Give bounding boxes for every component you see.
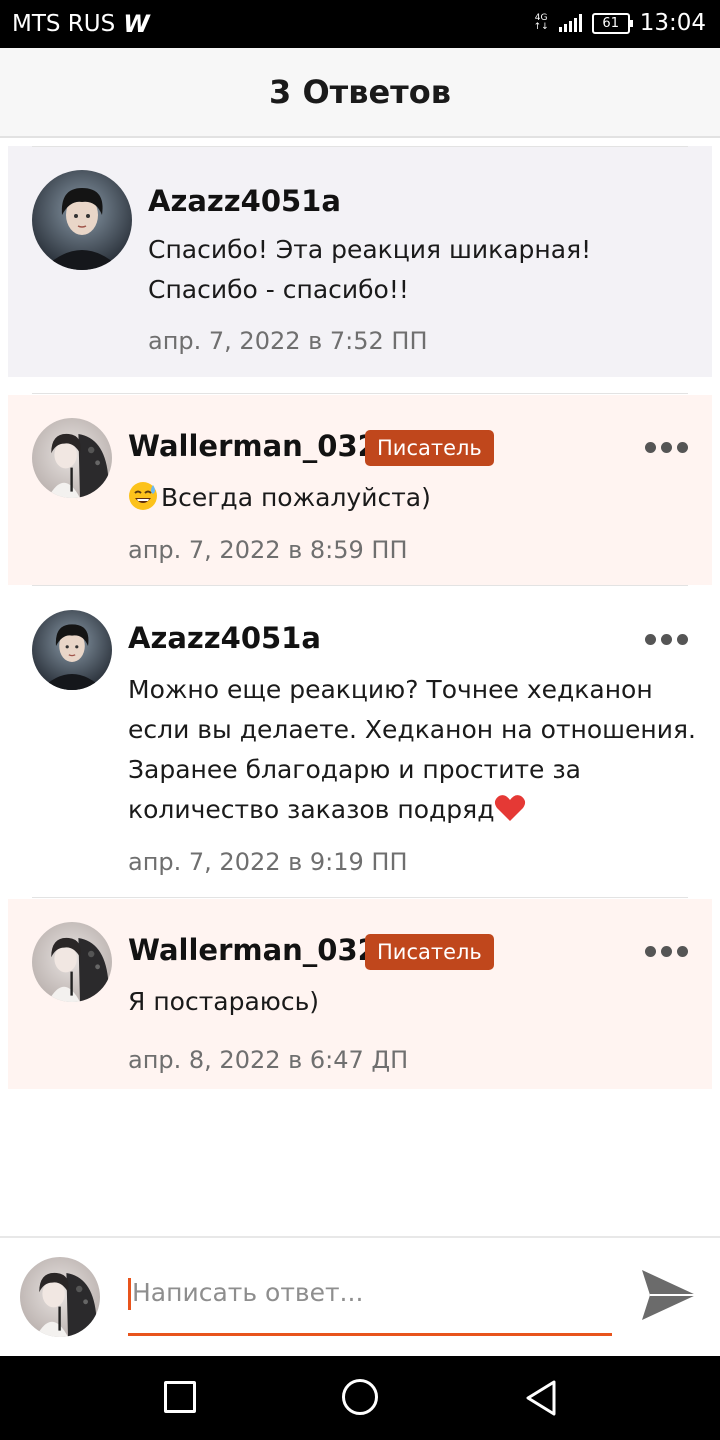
divider	[32, 146, 688, 147]
signal-icon	[558, 14, 582, 32]
more-options-icon[interactable]	[645, 442, 688, 453]
system-nav-bar	[0, 1356, 720, 1440]
red-heart-emoji	[495, 795, 526, 821]
reply-comment[interactable]: Wallerman_032 Писатель Всегда пожалуйста…	[8, 395, 712, 585]
comment-text-line: Можно еще реакцию? Точнее хедканон	[128, 675, 653, 704]
nav-recent-apps-icon[interactable]	[164, 1381, 196, 1413]
avatar[interactable]	[32, 922, 112, 1002]
status-bar: MTS RUS W 4G ↑↓ 61 13:04	[0, 0, 720, 48]
writer-badge: Писатель	[365, 430, 494, 466]
replies-header: 3 Ответов	[0, 48, 720, 138]
send-icon[interactable]	[640, 1268, 698, 1322]
comment-author[interactable]: Wallerman_032	[128, 429, 378, 463]
carrier-label: MTS RUS	[12, 11, 116, 37]
comment-timestamp: апр. 7, 2022 в 8:59 ПП	[128, 536, 408, 564]
reply-comment[interactable]: Azazz4051a Можно еще реакцию? Точнее хед…	[8, 587, 712, 897]
comment-timestamp: апр. 7, 2022 в 9:19 ПП	[128, 848, 408, 876]
comment-author[interactable]: Azazz4051a	[148, 184, 341, 218]
reply-comment[interactable]: Wallerman_032 Писатель Я постараюсь) апр…	[8, 899, 712, 1089]
text-caret	[128, 1278, 131, 1310]
comment-text-line: если вы делаете. Хедканон на отношения.	[128, 715, 696, 744]
divider	[32, 585, 688, 586]
more-options-icon[interactable]	[645, 946, 688, 957]
divider	[32, 393, 688, 394]
sweat-smile-emoji	[129, 482, 157, 510]
avatar[interactable]	[32, 418, 112, 498]
nav-back-icon[interactable]	[522, 1378, 562, 1418]
avatar[interactable]	[32, 170, 132, 270]
current-user-avatar	[20, 1257, 100, 1337]
network-type-icon: 4G ↑↓	[533, 13, 549, 32]
comment-text: Всегда пожалуйста)	[128, 478, 431, 518]
clock: 13:04	[639, 10, 706, 36]
comment-text: Я постараюсь)	[128, 987, 320, 1016]
comment-author[interactable]: Azazz4051a	[128, 621, 321, 655]
page-title: 3 Ответов	[269, 73, 451, 111]
more-options-icon[interactable]	[645, 634, 688, 645]
comment-text-line: количество заказов подряд	[128, 790, 529, 830]
reply-input[interactable]: Написать ответ...	[128, 1272, 612, 1336]
comment-author[interactable]: Wallerman_032	[128, 933, 378, 967]
reply-bar: Написать ответ...	[0, 1236, 720, 1358]
parent-comment[interactable]: Azazz4051a Спасибо! Эта реакция шикарная…	[8, 146, 712, 377]
comment-text-line: Спасибо - спасибо!!	[148, 275, 409, 304]
writer-badge: Писатель	[365, 934, 494, 970]
comment-text-line: Спасибо! Эта реакция шикарная!	[148, 235, 592, 264]
nav-home-icon[interactable]	[342, 1379, 378, 1415]
battery-icon: 61	[591, 12, 633, 34]
divider	[32, 897, 688, 898]
comment-timestamp: апр. 7, 2022 в 7:52 ПП	[148, 327, 428, 355]
avatar[interactable]	[32, 610, 112, 690]
comment-text-line: Заранее благодарю и простите за	[128, 755, 581, 784]
wattpad-icon: W	[123, 10, 150, 38]
reply-placeholder: Написать ответ...	[132, 1278, 364, 1307]
comment-timestamp: апр. 8, 2022 в 6:47 ДП	[128, 1046, 409, 1074]
